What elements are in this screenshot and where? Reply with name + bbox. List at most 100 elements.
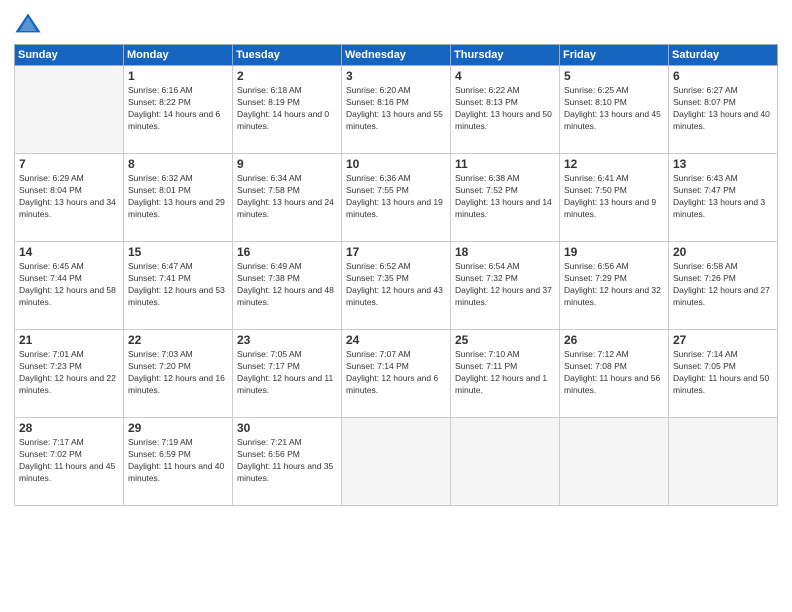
weekday-header: Sunday xyxy=(15,45,124,66)
day-number: 27 xyxy=(673,333,773,347)
day-number: 5 xyxy=(564,69,664,83)
logo xyxy=(14,10,46,38)
day-number: 10 xyxy=(346,157,446,171)
calendar-day-cell: 27 Sunrise: 7:14 AMSunset: 7:05 PMDayligh… xyxy=(669,330,778,418)
calendar-day-cell xyxy=(342,418,451,506)
calendar-week-row: 1 Sunrise: 6:16 AMSunset: 8:22 PMDaylight… xyxy=(15,66,778,154)
calendar-day-cell: 25 Sunrise: 7:10 AMSunset: 7:11 PMDayligh… xyxy=(451,330,560,418)
calendar-day-cell: 14 Sunrise: 6:45 AMSunset: 7:44 PMDayligh… xyxy=(15,242,124,330)
day-number: 11 xyxy=(455,157,555,171)
day-info: Sunrise: 6:56 AMSunset: 7:29 PMDaylight:… xyxy=(564,261,664,309)
day-number: 24 xyxy=(346,333,446,347)
calendar-week-row: 21 Sunrise: 7:01 AMSunset: 7:23 PMDayligh… xyxy=(15,330,778,418)
day-number: 20 xyxy=(673,245,773,259)
calendar-day-cell: 15 Sunrise: 6:47 AMSunset: 7:41 PMDayligh… xyxy=(124,242,233,330)
weekday-header: Thursday xyxy=(451,45,560,66)
day-info: Sunrise: 6:36 AMSunset: 7:55 PMDaylight:… xyxy=(346,173,446,221)
day-number: 21 xyxy=(19,333,119,347)
day-number: 13 xyxy=(673,157,773,171)
calendar-day-cell: 11 Sunrise: 6:38 AMSunset: 7:52 PMDayligh… xyxy=(451,154,560,242)
calendar-day-cell: 13 Sunrise: 6:43 AMSunset: 7:47 PMDayligh… xyxy=(669,154,778,242)
day-info: Sunrise: 6:47 AMSunset: 7:41 PMDaylight:… xyxy=(128,261,228,309)
day-number: 7 xyxy=(19,157,119,171)
day-info: Sunrise: 7:19 AMSunset: 6:59 PMDaylight:… xyxy=(128,437,228,485)
calendar-week-row: 7 Sunrise: 6:29 AMSunset: 8:04 PMDaylight… xyxy=(15,154,778,242)
day-info: Sunrise: 6:22 AMSunset: 8:13 PMDaylight:… xyxy=(455,85,555,133)
day-info: Sunrise: 6:49 AMSunset: 7:38 PMDaylight:… xyxy=(237,261,337,309)
calendar-day-cell: 5 Sunrise: 6:25 AMSunset: 8:10 PMDaylight… xyxy=(560,66,669,154)
calendar-day-cell: 24 Sunrise: 7:07 AMSunset: 7:14 PMDayligh… xyxy=(342,330,451,418)
calendar-day-cell: 1 Sunrise: 6:16 AMSunset: 8:22 PMDaylight… xyxy=(124,66,233,154)
day-info: Sunrise: 6:27 AMSunset: 8:07 PMDaylight:… xyxy=(673,85,773,133)
logo-icon xyxy=(14,10,42,38)
calendar-day-cell: 22 Sunrise: 7:03 AMSunset: 7:20 PMDayligh… xyxy=(124,330,233,418)
calendar-day-cell: 8Sunrise: 6:32 AMSunset: 8:01 PMDaylight… xyxy=(124,154,233,242)
calendar-day-cell: 4Sunrise: 6:22 AMSunset: 8:13 PMDaylight… xyxy=(451,66,560,154)
day-number: 17 xyxy=(346,245,446,259)
day-info: Sunrise: 6:16 AMSunset: 8:22 PMDaylight:… xyxy=(128,85,228,133)
day-number: 15 xyxy=(128,245,228,259)
calendar-day-cell: 16Sunrise: 6:49 AMSunset: 7:38 PMDayligh… xyxy=(233,242,342,330)
day-info: Sunrise: 6:43 AMSunset: 7:47 PMDaylight:… xyxy=(673,173,773,221)
calendar-day-cell: 6 Sunrise: 6:27 AMSunset: 8:07 PMDaylight… xyxy=(669,66,778,154)
calendar-day-cell: 9 Sunrise: 6:34 AMSunset: 7:58 PMDaylight… xyxy=(233,154,342,242)
calendar-day-cell: 17Sunrise: 6:52 AMSunset: 7:35 PMDayligh… xyxy=(342,242,451,330)
day-number: 12 xyxy=(564,157,664,171)
day-number: 28 xyxy=(19,421,119,435)
day-info: Sunrise: 7:03 AMSunset: 7:20 PMDaylight:… xyxy=(128,349,228,397)
day-info: Sunrise: 7:12 AMSunset: 7:08 PMDaylight:… xyxy=(564,349,664,397)
day-number: 30 xyxy=(237,421,337,435)
day-number: 6 xyxy=(673,69,773,83)
day-number: 29 xyxy=(128,421,228,435)
day-number: 2 xyxy=(237,69,337,83)
calendar-week-row: 14 Sunrise: 6:45 AMSunset: 7:44 PMDayligh… xyxy=(15,242,778,330)
day-info: Sunrise: 6:54 AMSunset: 7:32 PMDaylight:… xyxy=(455,261,555,309)
day-info: Sunrise: 7:07 AMSunset: 7:14 PMDaylight:… xyxy=(346,349,446,397)
calendar-day-cell xyxy=(451,418,560,506)
day-number: 26 xyxy=(564,333,664,347)
calendar-day-cell: 2 Sunrise: 6:18 AMSunset: 8:19 PMDaylight… xyxy=(233,66,342,154)
day-info: Sunrise: 7:10 AMSunset: 7:11 PMDaylight:… xyxy=(455,349,555,397)
day-number: 1 xyxy=(128,69,228,83)
day-info: Sunrise: 7:21 AMSunset: 6:56 PMDaylight:… xyxy=(237,437,337,485)
day-info: Sunrise: 6:41 AMSunset: 7:50 PMDaylight:… xyxy=(564,173,664,221)
day-number: 18 xyxy=(455,245,555,259)
day-info: Sunrise: 7:05 AMSunset: 7:17 PMDaylight:… xyxy=(237,349,337,397)
calendar-day-cell: 10 Sunrise: 6:36 AMSunset: 7:55 PMDayligh… xyxy=(342,154,451,242)
day-number: 8 xyxy=(128,157,228,171)
day-number: 22 xyxy=(128,333,228,347)
day-info: Sunrise: 6:20 AMSunset: 8:16 PMDaylight:… xyxy=(346,85,446,133)
calendar-day-cell xyxy=(669,418,778,506)
day-number: 14 xyxy=(19,245,119,259)
day-info: Sunrise: 6:18 AMSunset: 8:19 PMDaylight:… xyxy=(237,85,337,133)
day-info: Sunrise: 7:01 AMSunset: 7:23 PMDaylight:… xyxy=(19,349,119,397)
day-info: Sunrise: 6:34 AMSunset: 7:58 PMDaylight:… xyxy=(237,173,337,221)
calendar: SundayMondayTuesdayWednesdayThursdayFrid… xyxy=(14,44,778,506)
day-info: Sunrise: 6:29 AMSunset: 8:04 PMDaylight:… xyxy=(19,173,119,221)
calendar-header-row: SundayMondayTuesdayWednesdayThursdayFrid… xyxy=(15,45,778,66)
weekday-header: Wednesday xyxy=(342,45,451,66)
calendar-day-cell: 18 Sunrise: 6:54 AMSunset: 7:32 PMDayligh… xyxy=(451,242,560,330)
header xyxy=(14,10,778,38)
day-number: 25 xyxy=(455,333,555,347)
calendar-day-cell: 21 Sunrise: 7:01 AMSunset: 7:23 PMDayligh… xyxy=(15,330,124,418)
weekday-header: Saturday xyxy=(669,45,778,66)
page: SundayMondayTuesdayWednesdayThursdayFrid… xyxy=(0,0,792,612)
day-number: 19 xyxy=(564,245,664,259)
day-number: 9 xyxy=(237,157,337,171)
day-info: Sunrise: 6:58 AMSunset: 7:26 PMDaylight:… xyxy=(673,261,773,309)
calendar-day-cell xyxy=(560,418,669,506)
day-info: Sunrise: 7:14 AMSunset: 7:05 PMDaylight:… xyxy=(673,349,773,397)
calendar-day-cell: 29 Sunrise: 7:19 AMSunset: 6:59 PMDayligh… xyxy=(124,418,233,506)
calendar-day-cell: 20 Sunrise: 6:58 AMSunset: 7:26 PMDayligh… xyxy=(669,242,778,330)
weekday-header: Monday xyxy=(124,45,233,66)
calendar-day-cell: 30 Sunrise: 7:21 AMSunset: 6:56 PMDayligh… xyxy=(233,418,342,506)
calendar-week-row: 28Sunrise: 7:17 AMSunset: 7:02 PMDayligh… xyxy=(15,418,778,506)
day-info: Sunrise: 6:38 AMSunset: 7:52 PMDaylight:… xyxy=(455,173,555,221)
calendar-day-cell: 26 Sunrise: 7:12 AMSunset: 7:08 PMDayligh… xyxy=(560,330,669,418)
day-info: Sunrise: 6:25 AMSunset: 8:10 PMDaylight:… xyxy=(564,85,664,133)
day-number: 23 xyxy=(237,333,337,347)
calendar-day-cell: 28Sunrise: 7:17 AMSunset: 7:02 PMDayligh… xyxy=(15,418,124,506)
day-info: Sunrise: 6:45 AMSunset: 7:44 PMDaylight:… xyxy=(19,261,119,309)
calendar-day-cell: 7 Sunrise: 6:29 AMSunset: 8:04 PMDaylight… xyxy=(15,154,124,242)
